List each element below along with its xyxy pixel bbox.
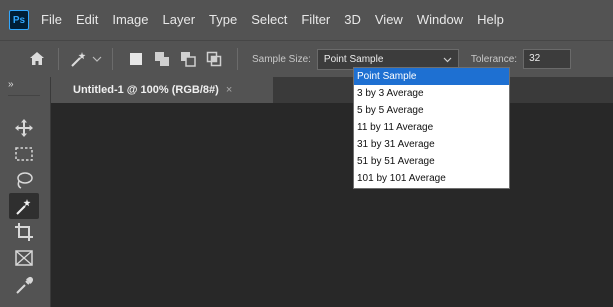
document-tab[interactable]: Untitled-1 @ 100% (RGB/8#) × [51, 77, 273, 103]
menu-layer[interactable]: Layer [156, 0, 203, 40]
dropdown-option-point-sample[interactable]: Point Sample [354, 68, 509, 85]
menu-select[interactable]: Select [244, 0, 294, 40]
move-icon [15, 119, 33, 137]
dropdown-option-51x51[interactable]: 51 by 51 Average [354, 153, 509, 170]
sample-size-label: Sample Size: [252, 53, 311, 65]
dropdown-option-101x101[interactable]: 101 by 101 Average [354, 170, 509, 187]
separator [237, 48, 238, 70]
options-bar: Sample Size: Point Sample Tolerance: 32 [0, 40, 613, 77]
canvas-area[interactable] [51, 103, 613, 307]
subtract-selection-icon [181, 52, 196, 67]
dropdown-option-31x31[interactable]: 31 by 31 Average [354, 136, 509, 153]
menu-edit[interactable]: Edit [69, 0, 105, 40]
document-tab-bar: Untitled-1 @ 100% (RGB/8#) × [51, 77, 613, 103]
magic-wand-icon [16, 199, 31, 215]
add-to-selection-button[interactable] [153, 50, 171, 68]
tolerance-label: Tolerance: [470, 53, 518, 65]
frame-tool[interactable] [9, 245, 39, 271]
menu-filter[interactable]: Filter [294, 0, 337, 40]
home-button[interactable] [26, 48, 48, 70]
magic-wand-tool[interactable] [9, 193, 39, 219]
collapse-panel-button[interactable]: » [8, 79, 14, 90]
magic-wand-icon [71, 52, 86, 67]
close-tab-button[interactable]: × [226, 84, 232, 96]
sample-size-value: Point Sample [323, 53, 384, 65]
subtract-from-selection-button[interactable] [179, 50, 197, 68]
menu-type[interactable]: Type [202, 0, 244, 40]
add-selection-icon [155, 52, 169, 66]
crop-icon [15, 223, 33, 241]
tools-panel: » [0, 77, 51, 307]
menu-bar: Ps File Edit Image Layer Type Select Fil… [0, 0, 613, 40]
chevron-down-icon [443, 57, 452, 62]
new-selection-icon [130, 53, 142, 65]
divider [8, 95, 40, 96]
crop-tool[interactable] [9, 219, 39, 245]
lasso-icon [17, 172, 33, 189]
document-tab-title: Untitled-1 @ 100% (RGB/8#) [73, 84, 219, 96]
menu-view[interactable]: View [368, 0, 410, 40]
marquee-icon [15, 147, 33, 161]
dropdown-option-3x3[interactable]: 3 by 3 Average [354, 85, 509, 102]
eyedropper-icon [16, 276, 34, 294]
photoshop-logo[interactable]: Ps [9, 10, 29, 30]
frame-icon [15, 250, 33, 266]
sample-size-dropdown: Point Sample 3 by 3 Average 5 by 5 Avera… [353, 67, 510, 189]
intersect-selection-icon [206, 51, 222, 67]
eyedropper-tool[interactable] [9, 273, 39, 299]
lasso-tool[interactable] [9, 167, 39, 193]
separator [112, 48, 113, 70]
intersect-selection-button[interactable] [205, 50, 223, 68]
tool-preset-picker[interactable] [69, 50, 102, 68]
separator [58, 48, 59, 70]
dropdown-option-5x5[interactable]: 5 by 5 Average [354, 102, 509, 119]
move-tool[interactable] [9, 115, 39, 141]
marquee-tool[interactable] [9, 141, 39, 167]
menu-image[interactable]: Image [105, 0, 155, 40]
menu-file[interactable]: File [34, 0, 69, 40]
tolerance-input[interactable]: 32 [523, 49, 572, 69]
dropdown-option-11x11[interactable]: 11 by 11 Average [354, 119, 509, 136]
chevron-down-icon [92, 56, 102, 62]
menu-3d[interactable]: 3D [337, 0, 368, 40]
menu-window[interactable]: Window [410, 0, 470, 40]
new-selection-button[interactable] [127, 50, 145, 68]
menu-help[interactable]: Help [470, 0, 511, 40]
home-icon [30, 52, 44, 65]
